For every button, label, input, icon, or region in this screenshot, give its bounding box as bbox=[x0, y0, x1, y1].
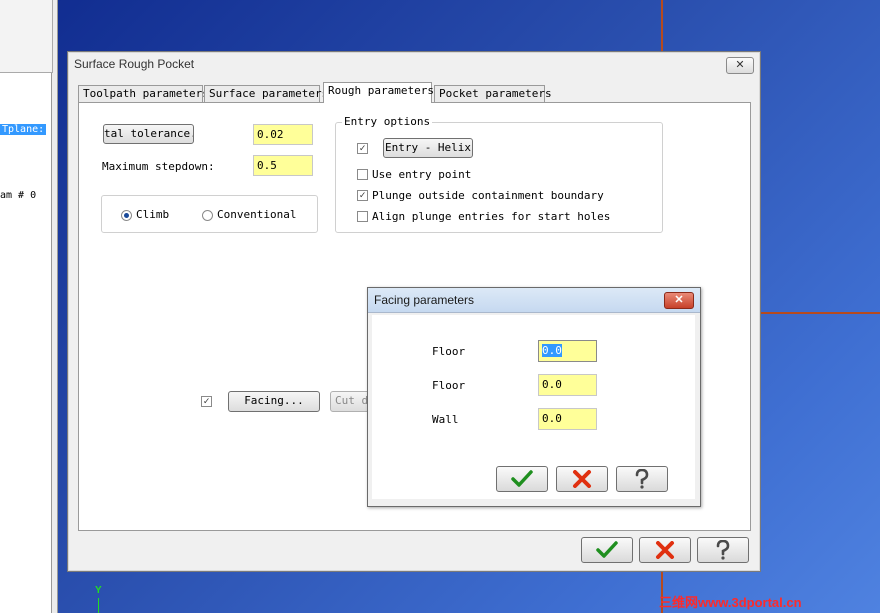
facing-row-label: Floor bbox=[432, 345, 466, 358]
axis-y-line bbox=[98, 598, 99, 613]
align-plunge-checkbox[interactable] bbox=[357, 211, 368, 222]
check-icon bbox=[596, 541, 618, 558]
tab-rough-parameters[interactable]: Rough parameters bbox=[323, 82, 434, 103]
cut-depths-button[interactable]: Cut de bbox=[330, 391, 370, 412]
use-entry-point-checkbox[interactable] bbox=[357, 169, 368, 180]
align-plunge-label: Align plunge entries for start holes bbox=[372, 210, 611, 223]
facing-help-button[interactable] bbox=[616, 466, 668, 492]
tab-pocket-parameters[interactable]: Pocket parameters bbox=[434, 85, 552, 102]
tab-toolpath-parameters[interactable]: Toolpath parameters bbox=[78, 85, 209, 102]
x-icon bbox=[656, 541, 674, 559]
left-panel-tree bbox=[0, 73, 52, 613]
help-button[interactable] bbox=[697, 537, 749, 563]
facing-checkbox[interactable]: ✓ bbox=[201, 396, 212, 407]
use-entry-point-label: Use entry point bbox=[372, 168, 472, 181]
facing-wall-field[interactable]: 0.0 bbox=[538, 408, 597, 430]
entry-helix-checkbox[interactable]: ✓ bbox=[357, 143, 368, 154]
climb-label: Climb bbox=[136, 208, 170, 221]
dialog-title: Surface Rough Pocket bbox=[74, 57, 195, 71]
tree-item-tplane[interactable]: Tplane: bbox=[0, 124, 47, 135]
facing-close-button[interactable]: ✕ bbox=[664, 292, 694, 309]
close-button[interactable]: ✕ bbox=[726, 57, 754, 74]
entry-options-group-label: Entry options bbox=[342, 115, 433, 128]
facing-row-label: Wall bbox=[432, 413, 459, 426]
question-icon bbox=[716, 540, 730, 560]
axis-y-label: Y bbox=[95, 585, 102, 596]
facing-dialog-title: Facing parameters bbox=[374, 293, 475, 307]
facing-parameters-dialog: Facing parameters ✕ Floor 0.0 Floor 0.0 … bbox=[367, 287, 701, 507]
left-panel-toolbar bbox=[0, 0, 53, 73]
cancel-button[interactable] bbox=[639, 537, 691, 563]
conventional-radio[interactable] bbox=[202, 210, 213, 221]
plunge-outside-checkbox[interactable]: ✓ bbox=[357, 190, 368, 201]
check-icon bbox=[511, 470, 533, 487]
tab-bar: Toolpath parameters Surface parameters R… bbox=[78, 82, 749, 103]
facing-floor-field-1[interactable]: 0.0 bbox=[538, 340, 597, 362]
facing-row-label: Floor bbox=[432, 379, 466, 392]
tab-surface-parameters[interactable]: Surface parameters bbox=[204, 85, 328, 102]
plunge-outside-label: Plunge outside containment boundary bbox=[372, 189, 604, 202]
facing-cancel-button[interactable] bbox=[556, 466, 608, 492]
total-tolerance-field[interactable]: 0.02 bbox=[253, 124, 313, 145]
question-icon bbox=[635, 469, 649, 489]
tree-item-program[interactable]: am # 0 bbox=[0, 190, 36, 201]
conventional-label: Conventional bbox=[217, 208, 297, 221]
facing-floor-field-2[interactable]: 0.0 bbox=[538, 374, 597, 396]
watermark: 三维网www.3dportal.cn bbox=[659, 595, 802, 610]
max-stepdown-label: Maximum stepdown: bbox=[102, 160, 215, 173]
total-tolerance-button[interactable]: tal tolerance.. bbox=[103, 124, 194, 144]
climb-radio[interactable] bbox=[121, 210, 132, 221]
max-stepdown-field[interactable]: 0.5 bbox=[253, 155, 313, 176]
x-icon bbox=[573, 470, 591, 488]
facing-button[interactable]: Facing... bbox=[228, 391, 320, 412]
facing-ok-button[interactable] bbox=[496, 466, 548, 492]
entry-helix-button[interactable]: Entry - Helix bbox=[383, 138, 473, 158]
facing-body: Floor 0.0 Floor 0.0 Wall 0.0 bbox=[372, 315, 695, 499]
ok-button[interactable] bbox=[581, 537, 633, 563]
